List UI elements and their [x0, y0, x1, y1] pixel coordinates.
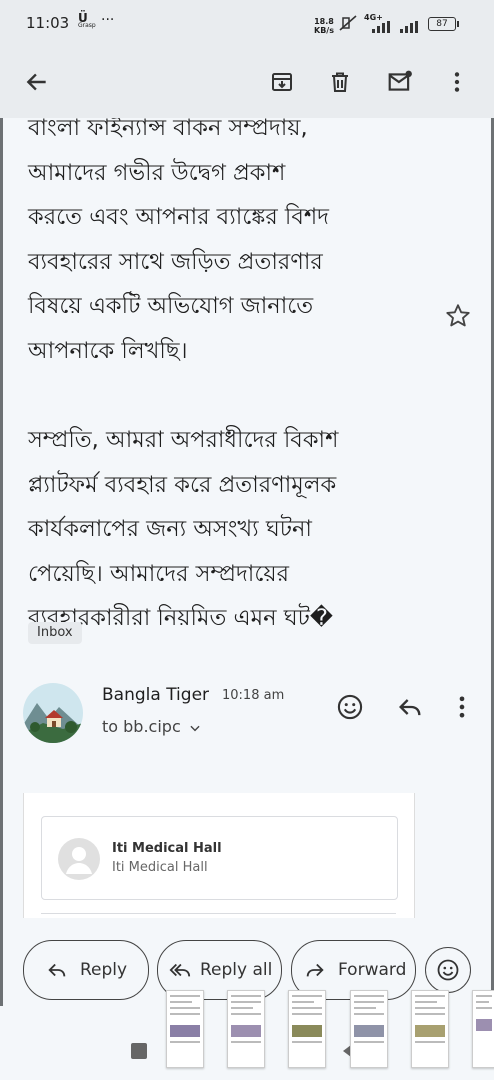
body-line: ব্যবহারের সাথে জড়িত প্রতারণার [28, 248, 323, 275]
frame-edge [0, 0, 3, 1080]
sender-name[interactable]: Bangla Tiger [102, 685, 209, 705]
mute-icon [338, 15, 358, 35]
reply-all-label: Reply all [200, 960, 273, 980]
email-time: 10:18 am [222, 688, 285, 703]
recent-app-thumbnail[interactable] [227, 990, 265, 1068]
delete-icon[interactable] [323, 65, 357, 99]
recent-app-thumbnail[interactable] [411, 990, 449, 1068]
net-speed: 18.8 KB/s [314, 17, 334, 35]
body-line: করতে এবং আপনার ব্যাঙ্কের বিশদ [28, 204, 329, 230]
top-toolbar [0, 48, 494, 118]
emoji-react-button[interactable] [425, 947, 471, 993]
body-paragraph-2: সম্প্রতি, আমরা অপরাধীদের বিকাশ প্ল্যাটফর্… [28, 418, 428, 641]
body-line: বিষয়ে একটি অভিযোগ জানাতে [28, 293, 314, 319]
more-vert-icon[interactable] [448, 693, 476, 725]
archive-icon[interactable] [265, 65, 299, 99]
body-line: ব্যবহারকারীরা নিয়মিত এমন ঘট� [28, 605, 333, 631]
avatar[interactable] [23, 683, 83, 743]
forward-icon [304, 959, 326, 981]
notification-overflow: ··· [101, 12, 115, 28]
recent-app-thumbnail[interactable] [288, 990, 326, 1068]
label-chip-inbox[interactable]: Inbox [28, 622, 82, 644]
embedded-content: Iti Medical Hall Iti Medical Hall [23, 793, 415, 918]
emoji-icon [437, 959, 459, 981]
body-line: প্ল্যাটফর্ম ব্যবহার করে প্রতারণামূলক [28, 471, 337, 498]
forward-label: Forward [338, 960, 407, 980]
carrier-icon: Ü Grasp [78, 11, 96, 29]
recent-app-thumbnail[interactable] [472, 990, 494, 1068]
card-subtitle: Iti Medical Hall [112, 860, 208, 875]
avatar [58, 838, 100, 880]
email-body: বাংলা ফাইন্যান্স বাকন সম্প্রদায়, আমাদের … [28, 106, 428, 641]
recent-app-thumbnail[interactable] [166, 990, 204, 1068]
reply-icon [46, 959, 68, 981]
recent-app-thumbnail[interactable] [350, 990, 388, 1068]
body-line: সম্প্রতি, আমরা অপরাধীদের বিকাশ [28, 427, 339, 453]
reply-label: Reply [80, 960, 128, 980]
signal-icon [372, 18, 424, 37]
body-line: আপনাকে লিখছি। [28, 337, 188, 364]
emoji-icon[interactable] [336, 693, 364, 725]
card-name: Iti Medical Hall [112, 841, 222, 856]
battery-icon: 87 [428, 17, 459, 31]
clock: 11:03 [26, 14, 70, 32]
recents-icon[interactable] [131, 1043, 147, 1059]
body-line: কার্যকলাপের জন্য অসংখ্য ঘটনা [28, 516, 312, 542]
recipient-line[interactable]: to bb.cipc [102, 717, 181, 736]
reply-all-icon [168, 959, 192, 981]
body-line: আমাদের গভীর উদ্বেগ প্রকাশ [28, 159, 286, 186]
contact-card[interactable]: Iti Medical Hall Iti Medical Hall [41, 816, 398, 900]
star-icon[interactable] [444, 302, 472, 334]
back-arrow-icon[interactable] [20, 65, 54, 99]
body-paragraph-1: বাংলা ফাইন্যান্স বাকন সম্প্রদায়, আমাদের … [28, 106, 428, 373]
status-bar: 11:03 Ü Grasp ··· 18.8 KB/s 4G+ 87 [0, 0, 494, 48]
divider [41, 913, 396, 919]
reply-button[interactable]: Reply [23, 940, 149, 1000]
chevron-down-icon[interactable] [188, 720, 202, 739]
more-vert-icon[interactable] [440, 65, 474, 99]
body-line: পেয়েছি। আমাদের সম্প্রদায়ের [28, 560, 289, 587]
mark-unread-icon[interactable] [383, 65, 417, 99]
reply-icon[interactable] [396, 693, 424, 725]
